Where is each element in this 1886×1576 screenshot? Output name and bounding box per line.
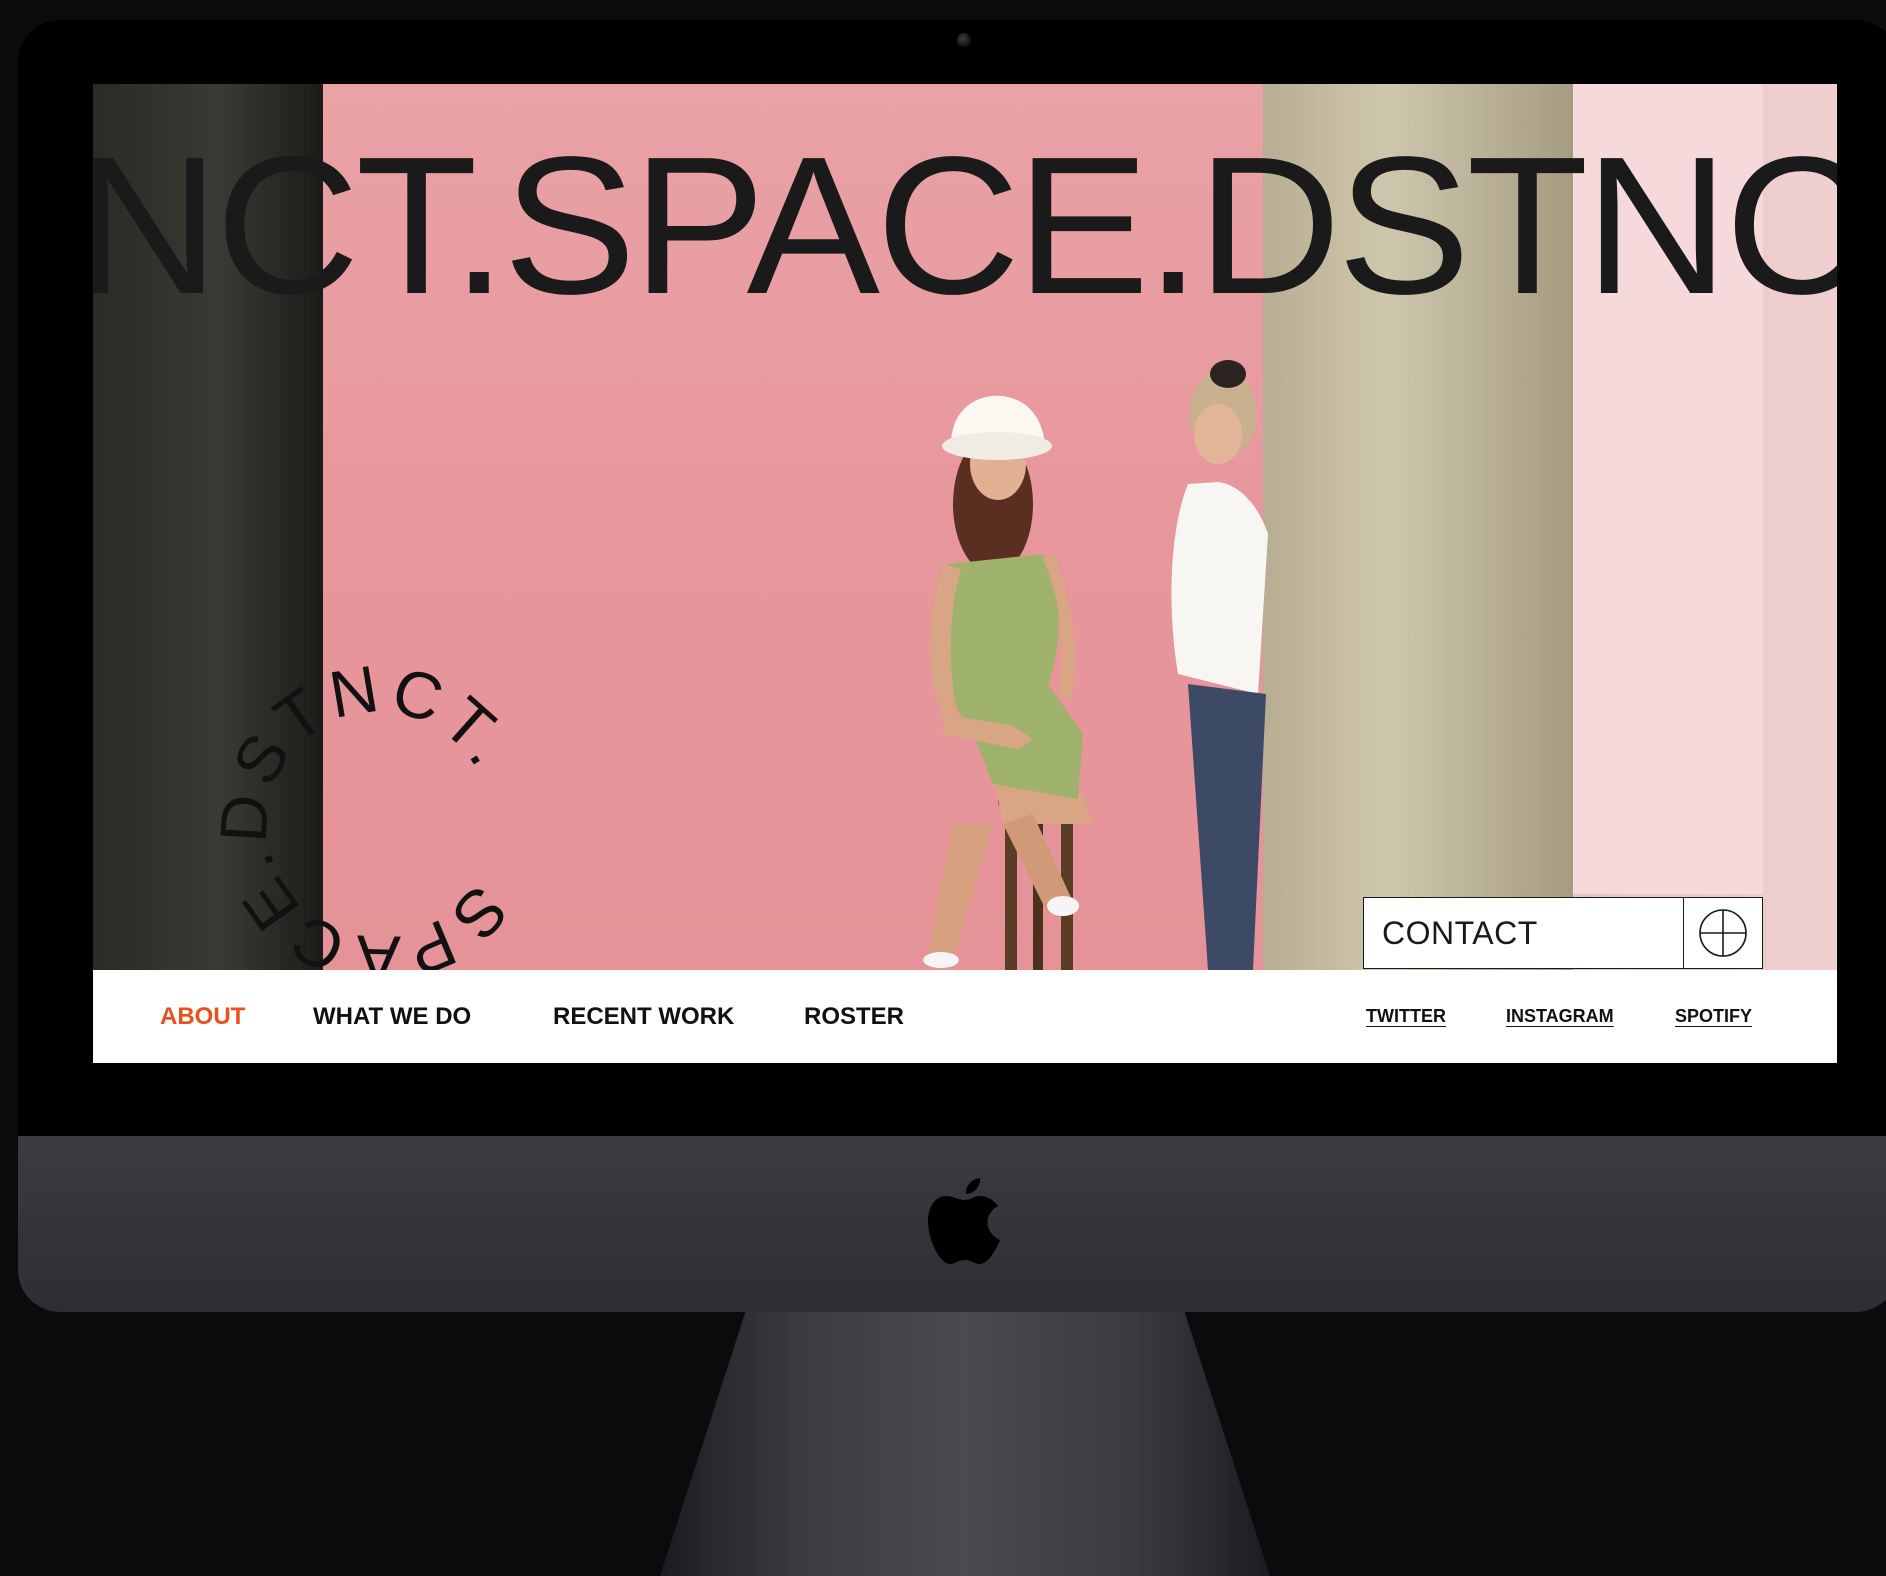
hero-photo: NCT.SPACE.DSTNCT. SPACE.DSTNCT. bbox=[93, 84, 1837, 970]
nav-item-recent-work[interactable]: RECENT WORK bbox=[553, 970, 734, 1063]
photo-assistant-standing bbox=[1171, 360, 1268, 970]
social-link-spotify[interactable]: SPOTIFY bbox=[1675, 970, 1752, 1063]
apple-logo-icon bbox=[928, 1178, 1000, 1264]
social-link-twitter[interactable]: TWITTER bbox=[1366, 970, 1446, 1063]
nav-item-about[interactable]: ABOUT bbox=[160, 970, 245, 1063]
contact-label: CONTACT bbox=[1382, 914, 1538, 951]
contact-button[interactable]: CONTACT bbox=[1363, 897, 1763, 969]
imac-stand bbox=[660, 1312, 1270, 1576]
bottom-nav: ABOUT WHAT WE DO RECENT WORK ROSTER TWIT… bbox=[93, 970, 1837, 1063]
marquee-title: NCT.SPACE.DSTNCT. bbox=[93, 116, 1837, 335]
nav-item-what-we-do[interactable]: WHAT WE DO bbox=[313, 970, 471, 1063]
website-viewport: NCT.SPACE.DSTNCT. SPACE.DSTNCT. CONTACT … bbox=[93, 84, 1837, 1063]
plus-circle-icon[interactable] bbox=[1683, 898, 1762, 968]
svg-text:SPACE.DSTNCT.: SPACE.DSTNCT. bbox=[199, 644, 559, 970]
nav-item-roster[interactable]: ROSTER bbox=[804, 970, 904, 1063]
social-link-instagram[interactable]: INSTAGRAM bbox=[1506, 970, 1614, 1063]
circular-text-badge: SPACE.DSTNCT. bbox=[199, 644, 559, 970]
circular-text: SPACE.DSTNCT. bbox=[199, 644, 559, 970]
camera-icon bbox=[957, 33, 971, 47]
